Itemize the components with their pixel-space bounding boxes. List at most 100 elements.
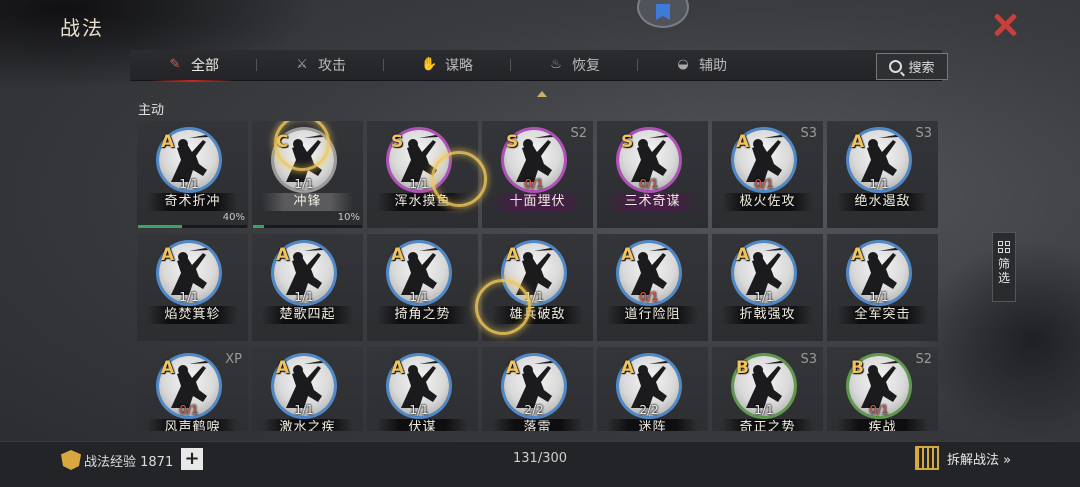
tactic-count: 1/1 xyxy=(754,403,774,417)
tactic-card[interactable]: A 1/1 折戟强攻 xyxy=(712,234,823,341)
tactic-card[interactable]: A S3 1/1 绝水遏敌 xyxy=(827,121,938,228)
tactic-card[interactable]: A XP 0/1 风声鹤唳 xyxy=(137,347,248,431)
add-xp-button[interactable]: + xyxy=(181,448,203,470)
grade-badge: S xyxy=(621,132,634,152)
tactic-name: 迷阵 xyxy=(607,419,698,431)
filter-label: 筛选 xyxy=(997,257,1010,285)
search-label: 搜索 xyxy=(908,61,935,76)
tactic-card[interactable]: A 2/2 迷阵 xyxy=(597,347,708,431)
tab-3[interactable]: ♨ 恢复 xyxy=(511,50,637,80)
tactic-name: 三术奇谋 xyxy=(607,193,698,211)
tactic-card[interactable]: S 0/1 三术奇谋 xyxy=(597,121,708,228)
tab-2[interactable]: ✋ 谋略 xyxy=(384,50,510,80)
grade-badge: A xyxy=(736,132,750,152)
section-label: 主动 xyxy=(138,103,165,118)
tactic-card[interactable]: A 1/1 楚歌四起 xyxy=(252,234,363,341)
grade-badge: C xyxy=(276,132,289,152)
tactic-name: 激水之疾 xyxy=(262,419,353,431)
tactic-card[interactable]: C 1/1 冲锋 10% xyxy=(252,121,363,228)
search-button[interactable]: 搜索 xyxy=(876,53,948,80)
tactic-card[interactable]: A 1/1 掎角之势 xyxy=(367,234,478,341)
tactic-card[interactable]: A 2/2 落雷 xyxy=(482,347,593,431)
progress-percent: 40% xyxy=(222,212,245,223)
grade-badge: A xyxy=(851,132,865,152)
tab-0[interactable]: ✎ 全部 xyxy=(130,50,256,82)
tactic-count: 1/1 xyxy=(179,177,199,191)
category-tabs: ✎ 全部 ⚔ 攻击 ✋ 谋略 ♨ 恢复 ◒ 辅助 xyxy=(130,50,942,82)
tactic-xp-label: 战法经验 1871 xyxy=(84,455,174,470)
tactic-card[interactable]: A 1/1 伏谋 xyxy=(367,347,478,431)
season-tag: S3 xyxy=(800,126,817,141)
tactic-count: 0/1 xyxy=(179,403,199,417)
tactic-name: 浑水摸鱼 xyxy=(377,193,468,211)
tab-label: 恢复 xyxy=(572,58,600,74)
tactic-count: 0/1 xyxy=(524,177,544,191)
tactic-card[interactable]: A S3 0/1 极火佐攻 xyxy=(712,121,823,228)
tactic-card[interactable]: A 0/1 道行险阻 xyxy=(597,234,708,341)
tactic-card[interactable]: A 1/1 雄兵破敌 xyxy=(482,234,593,341)
tactic-name: 掎角之势 xyxy=(377,306,468,324)
tactic-name: 全军突击 xyxy=(837,306,928,324)
grade-badge: S xyxy=(506,132,519,152)
tactic-count: 1/1 xyxy=(179,290,199,304)
tab-label: 辅助 xyxy=(699,58,727,74)
cauldron-icon: ♨ xyxy=(550,57,562,72)
filter-button[interactable]: 筛选 xyxy=(992,232,1016,302)
grade-badge: A xyxy=(161,245,175,265)
grade-badge: A xyxy=(391,245,405,265)
tactic-card[interactable]: S 1/1 浑水摸鱼 xyxy=(367,121,478,228)
progress-percent: 10% xyxy=(337,212,360,223)
tactic-count: 1/1 xyxy=(754,290,774,304)
season-tag: S3 xyxy=(915,126,932,141)
tactic-name: 楚歌四起 xyxy=(262,306,353,324)
tactic-count: 1/1 xyxy=(294,177,314,191)
tactic-card[interactable]: A 1/1 全军突击 xyxy=(827,234,938,341)
tactic-count: 1/1 xyxy=(869,290,889,304)
tactic-count: 2/2 xyxy=(639,403,659,417)
tactic-count: 1/1 xyxy=(294,290,314,304)
tactics-grid-viewport[interactable]: A 1/1 奇术折冲 40% C 1/1 冲锋 10% S 1/1 浑水摸鱼 S S2 0/1 十面埋伏 S 0… xyxy=(137,121,941,431)
tab-label: 全部 xyxy=(191,58,219,74)
tactic-name: 冲锋 xyxy=(262,193,353,211)
disassemble-label: 拆解战法 » xyxy=(947,452,1012,468)
grade-badge: A xyxy=(276,358,290,378)
scroll-up-indicator-icon xyxy=(537,91,547,97)
hand-icon: ✋ xyxy=(421,57,438,72)
tactic-count: 1/1 xyxy=(869,177,889,191)
bookmark-badge-icon[interactable] xyxy=(637,0,689,28)
crossed-swords-icon: ⚔ xyxy=(296,57,308,72)
tactic-card[interactable]: A 1/1 焰焚箕轸 xyxy=(137,234,248,341)
grade-badge: S xyxy=(391,132,404,152)
grade-badge: A xyxy=(506,358,520,378)
tactic-count: 2/2 xyxy=(524,403,544,417)
grade-badge: B xyxy=(736,358,749,378)
tactic-count: 1/1 xyxy=(409,177,429,191)
grade-badge: A xyxy=(621,358,635,378)
tactic-name: 十面埋伏 xyxy=(492,193,583,211)
page-title: 战法 xyxy=(60,16,104,40)
progress-bar xyxy=(253,225,362,228)
disassemble-tactics-button[interactable]: 拆解战法 » xyxy=(915,446,1011,470)
season-tag: S3 xyxy=(800,352,817,367)
grade-badge: A xyxy=(506,245,520,265)
grade-badge: A xyxy=(391,358,405,378)
tactic-count: 0/1 xyxy=(639,290,659,304)
tab-4[interactable]: ◒ 辅助 xyxy=(638,50,764,80)
tactic-card[interactable]: S S2 0/1 十面埋伏 xyxy=(482,121,593,228)
tactic-card[interactable]: B S3 1/1 奇正之势 xyxy=(712,347,823,431)
tactic-name: 极火佐攻 xyxy=(722,193,813,211)
tab-label: 攻击 xyxy=(318,58,346,74)
tactic-card[interactable]: A 1/1 奇术折冲 40% xyxy=(137,121,248,228)
tab-1[interactable]: ⚔ 攻击 xyxy=(257,50,383,80)
search-icon xyxy=(889,60,903,73)
tactic-name: 落雷 xyxy=(492,419,583,431)
tactic-name: 雄兵破敌 xyxy=(492,306,583,324)
tactic-count: 0/1 xyxy=(754,177,774,191)
season-tag: S2 xyxy=(570,126,587,141)
tactic-name: 道行险阻 xyxy=(607,306,698,324)
tactic-name: 奇术折冲 xyxy=(147,193,238,211)
close-button[interactable] xyxy=(990,10,1020,40)
tactic-card[interactable]: A 1/1 激水之疾 xyxy=(252,347,363,431)
tactic-card[interactable]: B S2 0/1 疾战 xyxy=(827,347,938,431)
tactic-count: 0/1 xyxy=(869,403,889,417)
